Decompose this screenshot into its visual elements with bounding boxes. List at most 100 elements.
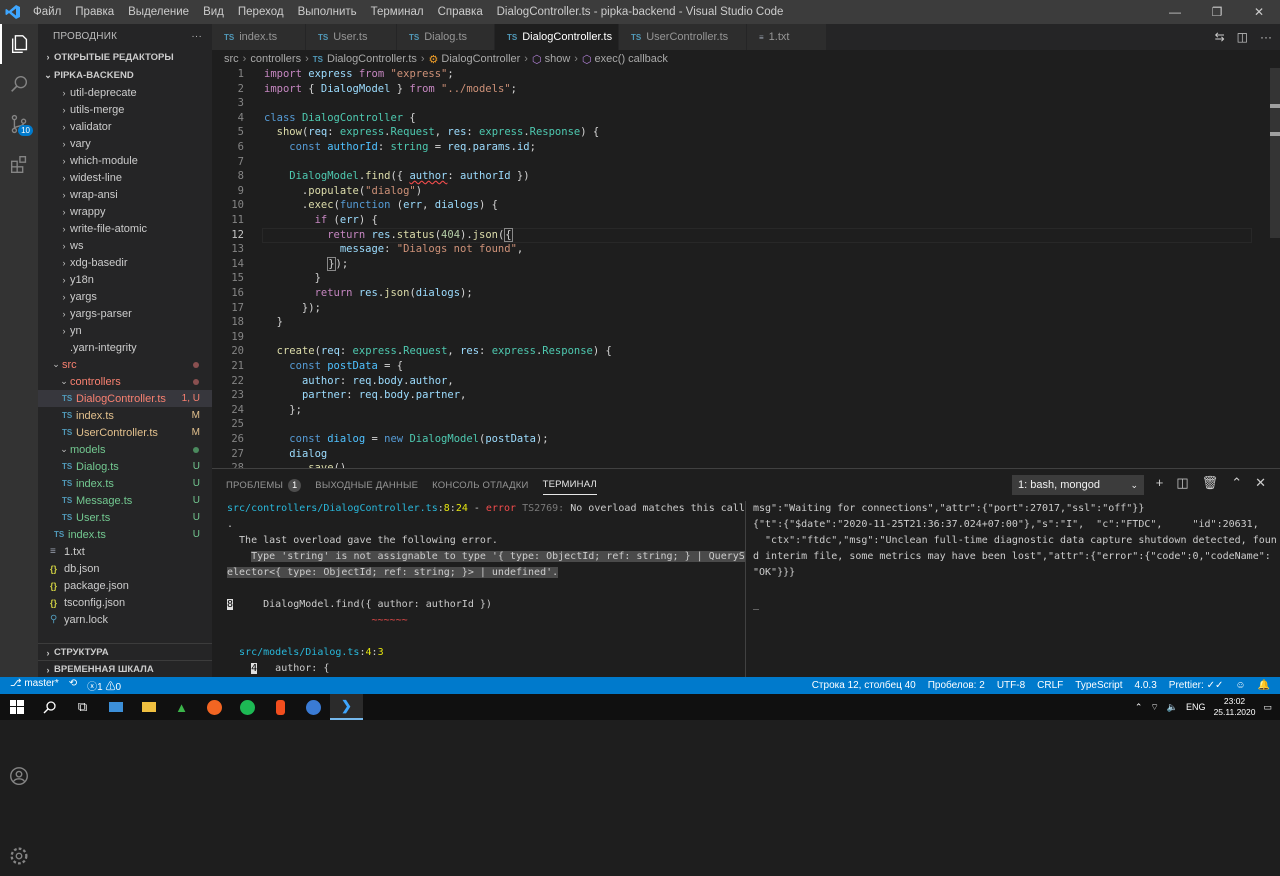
- notifications-icon[interactable]: ▭: [1263, 702, 1272, 713]
- tree-folder-src[interactable]: ⌄ src: [38, 356, 212, 373]
- menu-help[interactable]: Справка: [431, 0, 490, 24]
- tab-usercontroller-ts[interactable]: TS UserController.ts: [619, 24, 747, 50]
- file-explorer-icon[interactable]: [132, 694, 165, 720]
- menu-selection[interactable]: Выделение: [121, 0, 196, 24]
- windows-start-icon[interactable]: [0, 694, 33, 720]
- project-section[interactable]: ⌄ PIPKA-BACKEND: [38, 66, 212, 84]
- timeline-section[interactable]: › ВРЕМЕННАЯ ШКАЛА: [38, 660, 212, 678]
- terminal-pane-2[interactable]: msg":"Waiting for connections","attr":{"…: [753, 501, 1277, 613]
- indentation[interactable]: Пробелов: 2: [928, 680, 985, 691]
- breadcrumb-item[interactable]: DialogController.ts: [327, 53, 417, 65]
- encoding[interactable]: UTF-8: [997, 680, 1025, 691]
- tree-file[interactable]: .yarn-integrity: [38, 339, 212, 356]
- tree-folder[interactable]: › write-file-atomic: [38, 220, 212, 237]
- tab-1-txt[interactable]: ≡ 1.txt: [747, 24, 827, 50]
- compare-changes-icon[interactable]: ⇆: [1215, 30, 1225, 44]
- tree-file[interactable]: ⚲ yarn.lock: [38, 611, 212, 628]
- breadcrumb-item[interactable]: controllers: [250, 53, 301, 65]
- menu-go[interactable]: Переход: [231, 0, 291, 24]
- tree-file[interactable]: TS User.ts U: [38, 509, 212, 526]
- settings-gear-icon[interactable]: [0, 836, 38, 876]
- tree-file[interactable]: TS Message.ts U: [38, 492, 212, 509]
- tree-file[interactable]: TS UserController.ts M: [38, 424, 212, 441]
- split-terminal-icon[interactable]: ◫: [1176, 475, 1188, 491]
- branch-indicator[interactable]: ⎇ master*: [10, 678, 59, 693]
- scrollbar-thumb[interactable]: [1270, 68, 1280, 238]
- search-icon[interactable]: [33, 694, 66, 720]
- tab-terminal[interactable]: ТЕРМИНАЛ: [542, 475, 597, 495]
- tree-file[interactable]: TS index.ts U: [38, 526, 212, 543]
- tray-expand-icon[interactable]: ⌃: [1135, 702, 1143, 713]
- tree-folder[interactable]: › validator: [38, 118, 212, 135]
- menu-edit[interactable]: Правка: [68, 0, 121, 24]
- green-app-icon[interactable]: ▲: [165, 694, 198, 720]
- tree-folder[interactable]: › yargs-parser: [38, 305, 212, 322]
- cursor-position[interactable]: Строка 12, столбец 40: [812, 680, 916, 691]
- line-endings[interactable]: CRLF: [1037, 680, 1063, 691]
- task-view-icon[interactable]: ⧉: [66, 694, 99, 720]
- tree-folder-controllers[interactable]: ⌄ controllers: [38, 373, 212, 390]
- trash-icon[interactable]: 🗑: [1202, 475, 1219, 491]
- breadcrumb-item[interactable]: src: [224, 53, 239, 65]
- tree-folder[interactable]: › xdg-basedir: [38, 254, 212, 271]
- terminal-pane-1[interactable]: src/controllers/DialogController.ts:8:24…: [227, 501, 745, 677]
- terminal-select[interactable]: 1: bash, mongod ⌄: [1012, 475, 1144, 495]
- tab-output[interactable]: ВЫХОДНЫЕ ДАННЫЕ: [315, 469, 418, 501]
- restore-icon[interactable]: ❐: [1196, 0, 1238, 24]
- tree-folder[interactable]: › vary: [38, 135, 212, 152]
- tree-folder[interactable]: › ws: [38, 237, 212, 254]
- search-icon[interactable]: [0, 64, 38, 104]
- figma-icon[interactable]: [264, 694, 297, 720]
- feedback-icon[interactable]: ☺: [1235, 680, 1245, 691]
- tree-file[interactable]: ≡ 1.txt: [38, 543, 212, 560]
- language-mode[interactable]: TypeScript: [1075, 680, 1122, 691]
- account-icon[interactable]: [0, 756, 38, 796]
- terminal-divider[interactable]: [745, 501, 746, 678]
- network-icon[interactable]: ⌔: [1150, 702, 1158, 713]
- tab-index-ts[interactable]: TS index.ts: [212, 24, 306, 50]
- explorer-icon[interactable]: [0, 24, 38, 64]
- tree-folder[interactable]: › yargs: [38, 288, 212, 305]
- split-editor-icon[interactable]: ◫: [1237, 30, 1248, 44]
- problems-indicator[interactable]: ⓧ1 ⚠0: [87, 678, 121, 693]
- notifications-bell-icon[interactable]: 🔔: [1258, 680, 1270, 691]
- app-monitor-icon[interactable]: [99, 694, 132, 720]
- tab-dialogcontroller-ts[interactable]: TSDialogController.ts✕: [495, 24, 630, 50]
- clock[interactable]: 23:02 25.11.2020: [1214, 696, 1256, 718]
- minimap-scrollbar[interactable]: [1266, 68, 1280, 468]
- tree-folder[interactable]: › which-module: [38, 152, 212, 169]
- breadcrumb-item[interactable]: show: [545, 53, 571, 65]
- tree-folder[interactable]: › wrap-ansi: [38, 186, 212, 203]
- tree-file[interactable]: TS index.ts U: [38, 475, 212, 492]
- tab-problems[interactable]: ПРОБЛЕМЫ 1: [226, 469, 302, 501]
- sync-icon[interactable]: ⟲: [69, 678, 77, 693]
- volume-icon[interactable]: 🔈: [1167, 702, 1178, 713]
- tree-folder[interactable]: › wrappy: [38, 203, 212, 220]
- firefox-icon[interactable]: [297, 694, 330, 720]
- structure-section[interactable]: › СТРУКТУРА: [38, 643, 212, 661]
- tree-file[interactable]: TS index.ts M: [38, 407, 212, 424]
- tree-folder[interactable]: › widest-line: [38, 169, 212, 186]
- tree-file-selected[interactable]: TS DialogController.ts 1, U: [38, 390, 212, 407]
- tab-dialog-ts[interactable]: TS Dialog.ts: [397, 24, 495, 50]
- more-actions-icon[interactable]: ···: [1260, 30, 1272, 44]
- menu-terminal[interactable]: Терминал: [364, 0, 431, 24]
- minimize-icon[interactable]: —: [1154, 0, 1196, 24]
- maximize-panel-icon[interactable]: ⌃: [1231, 475, 1242, 491]
- orange-app-icon[interactable]: [198, 694, 231, 720]
- ts-version[interactable]: 4.0.3: [1135, 680, 1157, 691]
- vscode-taskbar-icon[interactable]: ❯: [330, 694, 363, 720]
- breadcrumb-item[interactable]: DialogController: [441, 53, 520, 65]
- tab-debug-console[interactable]: КОНСОЛЬ ОТЛАДКИ: [432, 469, 528, 501]
- more-actions-icon[interactable]: ···: [191, 31, 202, 42]
- close-panel-icon[interactable]: ✕: [1255, 475, 1266, 491]
- spotify-icon[interactable]: [231, 694, 264, 720]
- language-indicator[interactable]: ENG: [1186, 702, 1206, 712]
- code-editor[interactable]: 1 2 3 4 5 6 7 8 9 10 11 12 13 14 15 16 17 18 19 20 21 22 23 24 2…: [212, 68, 1280, 468]
- menu-file[interactable]: Файл: [26, 0, 68, 24]
- tree-folder[interactable]: › y18n: [38, 271, 212, 288]
- open-editors-section[interactable]: › ОТКРЫТЫЕ РЕДАКТОРЫ: [38, 48, 212, 66]
- close-window-icon[interactable]: ✕: [1238, 0, 1280, 24]
- menu-run[interactable]: Выполнить: [291, 0, 364, 24]
- tree-folder[interactable]: › yn: [38, 322, 212, 339]
